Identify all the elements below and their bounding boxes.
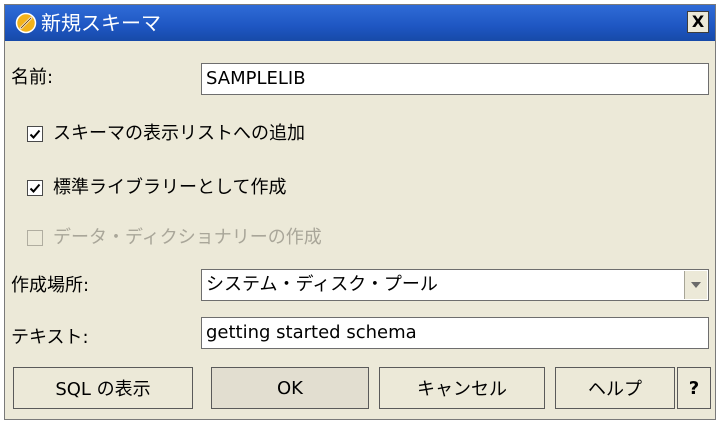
help-button[interactable]: ヘルプ (555, 367, 675, 409)
checkbox-add-to-list-label: スキーマの表示リストへの追加 (53, 123, 305, 144)
title-bar: 新規スキーマ X (5, 5, 715, 41)
checkbox-data-dictionary-box (27, 230, 43, 246)
checkbox-add-to-list[interactable]: スキーマの表示リストへの追加 (27, 121, 305, 147)
text-label: テキスト: (11, 327, 89, 348)
close-icon: X (691, 12, 705, 31)
checkbox-data-dictionary: データ・ディクショナリーの作成 (27, 225, 322, 251)
dropdown-button[interactable] (684, 271, 707, 299)
location-label: 作成場所: (11, 275, 90, 296)
location-select[interactable]: システム・ディスク・プール (201, 269, 709, 301)
checkbox-data-dictionary-label: データ・ディクショナリーの作成 (53, 227, 322, 248)
new-schema-dialog: 新規スキーマ X 名前: SAMPLELIB スキーマの表示リストへの追加 標準… (4, 4, 716, 420)
checkbox-standard-library[interactable]: 標準ライブラリーとして作成 (27, 175, 286, 201)
checkmark-icon (29, 183, 41, 193)
ok-button[interactable]: OK (211, 367, 369, 409)
name-field[interactable]: SAMPLELIB (201, 63, 709, 95)
close-button[interactable]: X (687, 11, 709, 33)
checkbox-add-to-list-box[interactable] (27, 126, 43, 142)
checkmark-icon (29, 129, 41, 139)
window-title: 新規スキーマ (41, 11, 161, 35)
name-label: 名前: (11, 67, 54, 88)
checkbox-standard-library-label: 標準ライブラリーとして作成 (53, 177, 287, 198)
app-icon (15, 12, 37, 34)
text-field[interactable]: getting started schema (201, 317, 709, 349)
chevron-down-icon (691, 282, 701, 288)
show-sql-button[interactable]: SQL の表示 (13, 367, 193, 409)
checkbox-standard-library-box[interactable] (27, 180, 43, 196)
cancel-button[interactable]: キャンセル (379, 367, 545, 409)
whats-this-button[interactable]: ? (677, 367, 711, 409)
location-value: システム・ディスク・プール (206, 274, 438, 295)
